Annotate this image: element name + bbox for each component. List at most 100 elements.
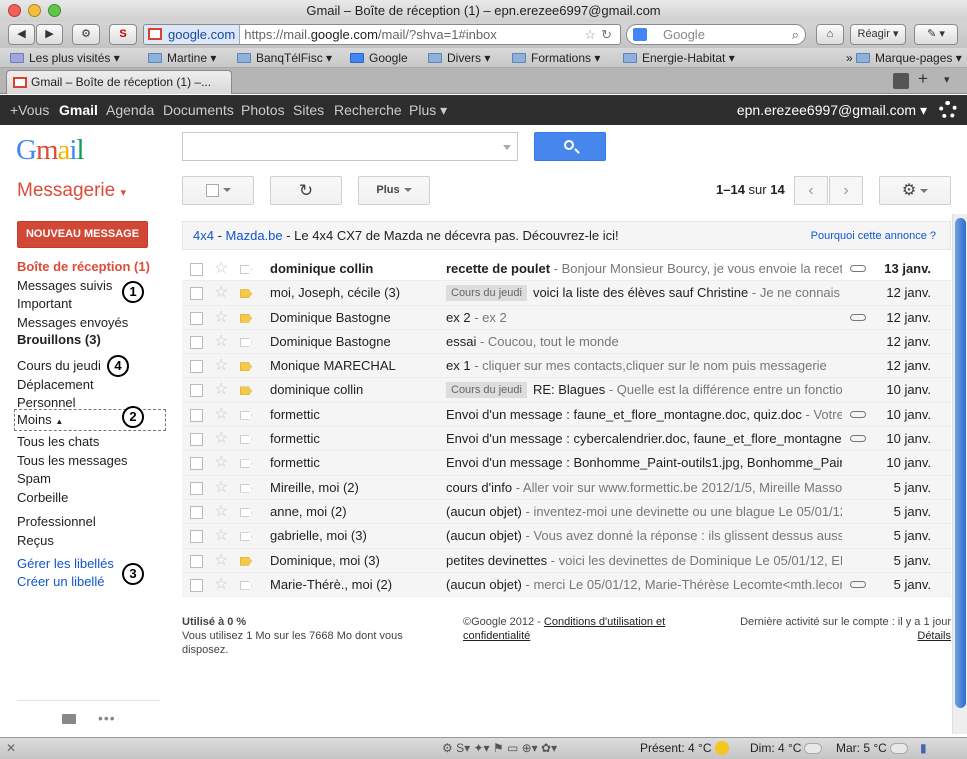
row-checkbox[interactable] bbox=[190, 287, 203, 301]
email-row[interactable]: ☆ Dominique Bastogne essai - Coucou, tou… bbox=[182, 329, 951, 355]
weather-day-2[interactable]: Mar: 5 °C bbox=[836, 738, 908, 759]
refresh-button[interactable]: ↻ bbox=[270, 176, 342, 205]
star-icon[interactable]: ☆ bbox=[214, 451, 228, 475]
site-identity[interactable]: google.com bbox=[144, 25, 241, 44]
details-link[interactable]: Détails bbox=[917, 630, 951, 642]
create-label-link[interactable]: Créer un libellé bbox=[17, 574, 104, 589]
importance-marker-icon[interactable] bbox=[240, 265, 252, 274]
google-bar-plus-you[interactable]: +Vous bbox=[10, 95, 49, 125]
newer-button[interactable]: ‹ bbox=[794, 176, 828, 205]
importance-marker-icon[interactable] bbox=[240, 435, 252, 445]
messagerie-menu[interactable]: Messagerie ▾ bbox=[17, 180, 126, 202]
row-checkbox[interactable] bbox=[190, 384, 203, 398]
bookmark-star-icon[interactable]: ☆ bbox=[584, 25, 596, 44]
google-bar-documents[interactable]: Documents bbox=[163, 95, 234, 125]
more-actions-button[interactable]: Plus bbox=[358, 176, 430, 205]
importance-marker-icon[interactable] bbox=[240, 580, 252, 590]
ad-lead-link[interactable]: 4x4 bbox=[193, 228, 214, 243]
email-row[interactable]: ☆ Dominique, moi (3) petites devinettes … bbox=[182, 548, 951, 573]
row-checkbox[interactable] bbox=[190, 554, 203, 568]
chat-icon[interactable] bbox=[62, 714, 76, 724]
importance-marker-icon[interactable] bbox=[240, 410, 252, 420]
google-bar-sites[interactable]: Sites bbox=[293, 95, 324, 125]
email-row[interactable]: ☆ formettic Envoi d'un message : faune_e… bbox=[182, 402, 951, 428]
star-icon[interactable]: ☆ bbox=[214, 330, 228, 354]
bookmark-martine[interactable]: Martine ▾ bbox=[148, 48, 216, 68]
importance-marker-icon[interactable] bbox=[240, 483, 252, 493]
label-sent[interactable]: Messages envoyés bbox=[17, 315, 128, 330]
importance-marker-icon[interactable] bbox=[240, 556, 252, 566]
email-row[interactable]: ☆ Monique MARECHAL ex 1 - cliquer sur me… bbox=[182, 354, 951, 379]
home-button[interactable]: ⌂ bbox=[816, 24, 844, 45]
google-bar-more[interactable]: Plus ▾ bbox=[409, 95, 447, 125]
bookmark-most-visited[interactable]: Les plus visités ▾ bbox=[10, 48, 120, 68]
row-checkbox[interactable] bbox=[190, 408, 203, 422]
star-icon[interactable]: ☆ bbox=[214, 257, 228, 281]
close-window-button[interactable] bbox=[8, 4, 21, 17]
email-row[interactable]: ☆ gabrielle, moi (3) (aucun objet) - Vou… bbox=[182, 524, 951, 549]
star-icon[interactable]: ☆ bbox=[214, 524, 228, 548]
row-checkbox[interactable] bbox=[190, 578, 203, 592]
reload-icon[interactable]: ↻ bbox=[601, 25, 612, 44]
select-all-checkbox[interactable] bbox=[205, 183, 219, 197]
settings-gear-icon[interactable] bbox=[939, 101, 957, 119]
tab-groups-icon[interactable] bbox=[893, 73, 909, 89]
star-icon[interactable]: ☆ bbox=[214, 354, 228, 378]
select-dropdown[interactable] bbox=[182, 176, 254, 205]
importance-marker-icon[interactable] bbox=[240, 337, 252, 347]
row-checkbox[interactable] bbox=[190, 263, 203, 276]
label-important[interactable]: Important bbox=[17, 296, 72, 311]
label-professionnel[interactable]: Professionnel bbox=[17, 514, 96, 529]
star-icon[interactable]: ☆ bbox=[214, 403, 228, 427]
email-row[interactable]: ☆ anne, moi (2) (aucun objet) - inventez… bbox=[182, 499, 951, 525]
weather-day-1[interactable]: Dim: 4 °C bbox=[750, 738, 823, 759]
star-icon[interactable]: ☆ bbox=[214, 500, 228, 524]
react-button[interactable]: Réagir ▾ bbox=[850, 24, 906, 45]
account-menu[interactable]: epn.erezee6997@gmail.com ▾ bbox=[737, 95, 927, 125]
row-checkbox[interactable] bbox=[190, 505, 203, 519]
email-row[interactable]: ☆ Marie-Thérè., moi (2) (aucun objet) - … bbox=[182, 572, 951, 598]
google-search-engine-icon[interactable] bbox=[633, 28, 647, 41]
search-icon[interactable]: ⌕ bbox=[792, 25, 799, 44]
label-cours-du-jeudi[interactable]: Cours du jeudi bbox=[17, 358, 101, 373]
email-label-tag[interactable]: Cours du jeudi bbox=[446, 285, 527, 302]
row-checkbox[interactable] bbox=[190, 481, 203, 495]
email-row[interactable]: ☆ Dominique Bastogne ex 2 - ex 2 12 janv… bbox=[182, 305, 951, 330]
row-checkbox[interactable] bbox=[190, 335, 203, 349]
tab-list-icon[interactable]: ▾ bbox=[944, 73, 950, 86]
bookmark-banqtelfisc[interactable]: BanqTélFisc ▾ bbox=[237, 48, 332, 68]
minimize-window-button[interactable] bbox=[28, 4, 41, 17]
web-search-input[interactable]: Google ⌕ bbox=[626, 24, 806, 45]
notes-icon[interactable]: ▮ bbox=[920, 738, 927, 759]
email-row[interactable]: ☆ moi, Joseph, cécile (3) Cours du jeudi… bbox=[182, 281, 951, 306]
ad-site-link[interactable]: Mazda.be bbox=[226, 228, 283, 243]
search-mail-button[interactable] bbox=[534, 132, 606, 161]
label-recus[interactable]: Reçus bbox=[17, 533, 54, 548]
importance-marker-icon[interactable] bbox=[240, 362, 252, 372]
why-this-ad-link[interactable]: Pourquoi cette annonce ? bbox=[811, 223, 936, 250]
google-bar-agenda[interactable]: Agenda bbox=[106, 95, 154, 125]
close-statusbar-icon[interactable]: ✕ bbox=[6, 738, 16, 759]
settings-button[interactable]: ⚙ bbox=[879, 176, 951, 205]
bookmark-formations[interactable]: Formations ▾ bbox=[512, 48, 600, 68]
label-less-toggle[interactable]: Moins ▲ bbox=[17, 412, 63, 427]
bookmark-energie-habitat[interactable]: Energie-Habitat ▾ bbox=[623, 48, 735, 68]
mail-search-input[interactable] bbox=[182, 132, 518, 161]
star-icon[interactable]: ☆ bbox=[214, 306, 228, 330]
zoom-window-button[interactable] bbox=[48, 4, 61, 17]
importance-marker-icon[interactable] bbox=[240, 459, 252, 469]
gmail-logo[interactable]: Gmail bbox=[16, 134, 85, 167]
manage-labels-link[interactable]: Gérer les libellés bbox=[17, 556, 114, 571]
email-row[interactable]: ☆ formettic Envoi d'un message : cyberca… bbox=[182, 427, 951, 452]
star-icon[interactable]: ☆ bbox=[214, 549, 228, 573]
row-checkbox[interactable] bbox=[190, 433, 203, 447]
compose-button[interactable]: NOUVEAU MESSAGE bbox=[17, 221, 148, 248]
forward-button[interactable]: ▶ bbox=[36, 24, 63, 45]
scrollbar[interactable] bbox=[952, 214, 967, 734]
tab-gmail[interactable]: Gmail – Boîte de réception (1) –... bbox=[6, 70, 232, 94]
star-icon[interactable]: ☆ bbox=[214, 378, 228, 402]
older-button[interactable]: › bbox=[829, 176, 863, 205]
addon-icon[interactable]: S bbox=[109, 24, 137, 45]
importance-marker-icon[interactable] bbox=[240, 289, 252, 299]
google-bar-gmail[interactable]: Gmail bbox=[59, 95, 98, 125]
